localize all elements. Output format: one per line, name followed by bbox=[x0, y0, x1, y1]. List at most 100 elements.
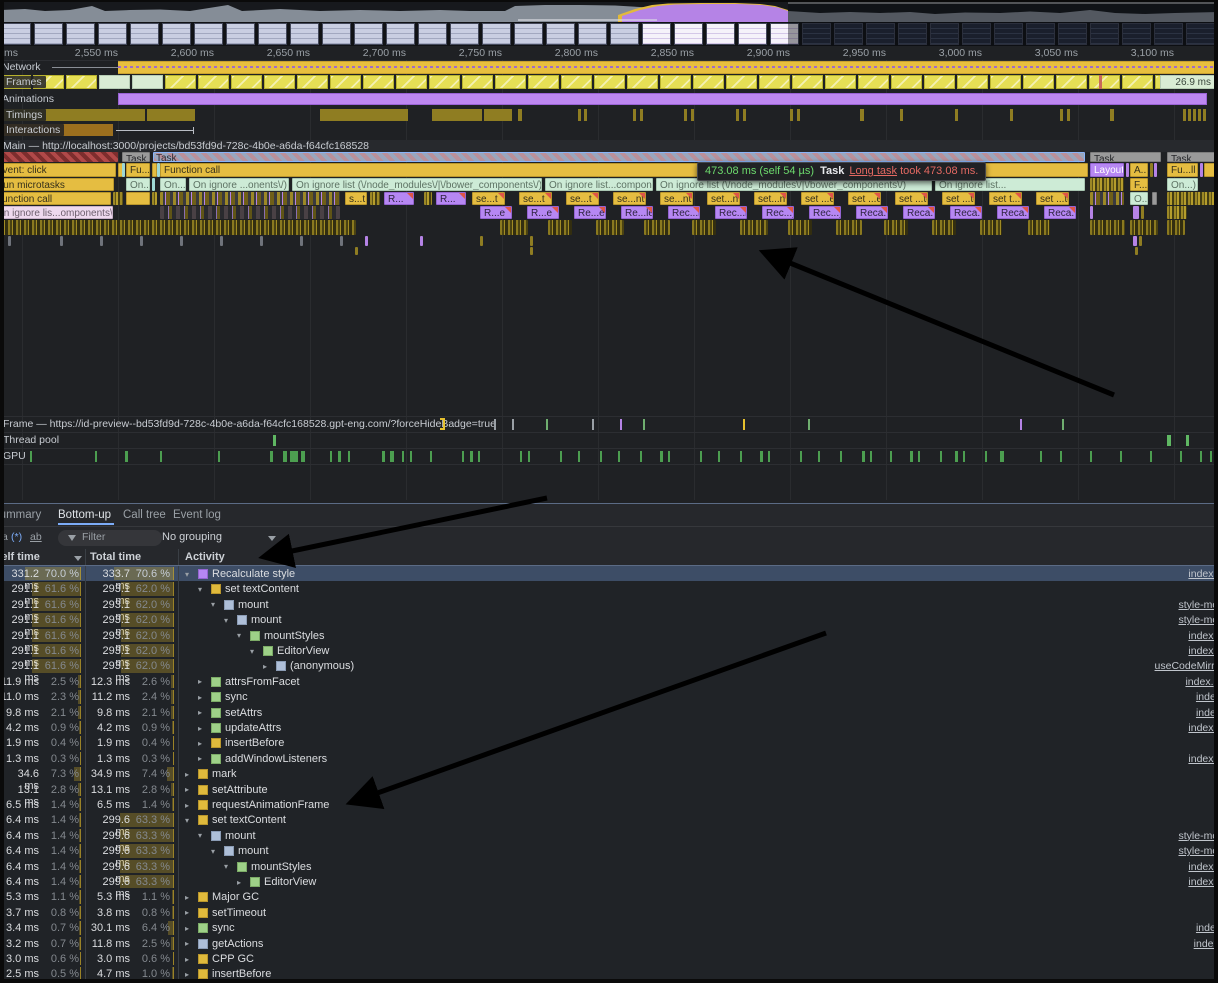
activity-label[interactable]: sync bbox=[212, 922, 235, 934]
flame-segment[interactable] bbox=[1154, 163, 1157, 177]
frame-event-mark[interactable] bbox=[494, 419, 496, 430]
flame-segment[interactable] bbox=[1167, 192, 1214, 205]
table-row[interactable]: 6.4 ms1.4 %299.6 ms63.3 %▸EditorViewinde… bbox=[4, 874, 1214, 889]
flame-segment[interactable] bbox=[1135, 247, 1138, 255]
source-link[interactable]: index.js bbox=[1188, 876, 1214, 888]
flame-segment[interactable]: Rec...yle bbox=[809, 206, 841, 219]
collapse-arrow-icon[interactable]: ▾ bbox=[224, 862, 228, 871]
flame-segment[interactable] bbox=[260, 236, 263, 246]
flame-segment[interactable]: On...) bbox=[1167, 178, 1198, 191]
gpu-activity-mark[interactable] bbox=[818, 451, 820, 462]
flame-segment[interactable] bbox=[126, 192, 150, 205]
activity-label[interactable]: EditorView bbox=[277, 645, 329, 657]
gpu-activity-mark[interactable] bbox=[283, 451, 287, 462]
flame-segment[interactable] bbox=[1126, 163, 1129, 177]
flame-segment[interactable]: se...t bbox=[519, 192, 552, 205]
table-row[interactable]: 6.4 ms1.4 %299.6 ms63.3 %▾mountstyle-mod bbox=[4, 828, 1214, 843]
table-row[interactable]: 9.8 ms2.1 %9.8 ms2.1 %▸setAttrsindex. bbox=[4, 705, 1214, 720]
flame-segment[interactable] bbox=[365, 236, 368, 246]
table-row[interactable]: 2.5 ms0.5 %4.7 ms1.0 %▸insertBefore bbox=[4, 966, 1214, 979]
activity-label[interactable]: Major GC bbox=[212, 891, 259, 903]
flame-segment[interactable]: R... bbox=[436, 192, 466, 205]
flame-segment[interactable]: se...nt bbox=[660, 192, 693, 205]
activity-label[interactable]: addWindowListeners bbox=[225, 753, 327, 765]
expand-arrow-icon[interactable]: ▸ bbox=[185, 970, 189, 979]
expand-arrow-icon[interactable]: ▸ bbox=[185, 924, 189, 933]
gpu-activity-mark[interactable] bbox=[760, 451, 763, 462]
tooltip-long-task-link[interactable]: Long task bbox=[849, 165, 897, 177]
flame-segment[interactable]: set...nt bbox=[707, 192, 740, 205]
gpu-activity-mark[interactable] bbox=[700, 451, 702, 462]
frame-event-mark[interactable] bbox=[743, 419, 745, 430]
gpu-activity-mark[interactable] bbox=[862, 451, 865, 462]
source-link[interactable]: index.js bbox=[1188, 568, 1214, 580]
gpu-activity-mark[interactable] bbox=[301, 451, 305, 462]
expand-arrow-icon[interactable]: ▸ bbox=[198, 754, 202, 763]
collapse-arrow-icon[interactable]: ▾ bbox=[198, 585, 202, 594]
collapse-arrow-icon[interactable]: ▾ bbox=[211, 600, 215, 609]
flame-segment[interactable]: Task bbox=[1167, 152, 1214, 162]
table-row[interactable]: 34.6 ms7.3 %34.9 ms7.4 %▸mark bbox=[4, 766, 1214, 781]
gpu-activity-mark[interactable] bbox=[578, 451, 580, 462]
activity-label[interactable]: set textContent bbox=[212, 814, 286, 826]
flame-segment[interactable]: set t...tent bbox=[989, 192, 1022, 205]
flame-segment[interactable] bbox=[740, 220, 768, 235]
gpu-activity-mark[interactable] bbox=[840, 451, 842, 462]
gpu-activity-mark[interactable] bbox=[1120, 451, 1122, 462]
expand-arrow-icon[interactable]: ▸ bbox=[185, 785, 189, 794]
gpu-activity-mark[interactable] bbox=[560, 451, 562, 462]
flame-segment[interactable] bbox=[1150, 163, 1153, 177]
gpu-activity-mark[interactable] bbox=[1000, 451, 1004, 462]
gpu-activity-mark[interactable] bbox=[160, 451, 162, 462]
flame-segment[interactable] bbox=[1090, 178, 1124, 191]
flame-segment[interactable]: set...nt bbox=[754, 192, 787, 205]
gpu-activity-mark[interactable] bbox=[600, 451, 602, 462]
flame-segment[interactable] bbox=[530, 236, 533, 246]
flame-segment[interactable]: Reca...yle bbox=[856, 206, 888, 219]
table-row[interactable]: 291.1 ms61.6 %293.1 ms62.0 %▾EditorViewi… bbox=[4, 643, 1214, 658]
flame-segment[interactable]: Reca...yle bbox=[997, 206, 1029, 219]
flame-segment[interactable] bbox=[1152, 192, 1157, 205]
flame-segment[interactable] bbox=[836, 220, 862, 235]
table-row[interactable]: 291.1 ms61.6 %293.1 ms62.0 %▾mountStyles… bbox=[4, 628, 1214, 643]
gpu-activity-mark[interactable] bbox=[985, 451, 987, 462]
gpu-activity-mark[interactable] bbox=[402, 451, 404, 462]
collapse-arrow-icon[interactable]: ▾ bbox=[237, 631, 241, 640]
activity-label[interactable]: insertBefore bbox=[212, 968, 271, 979]
table-row[interactable]: 1.9 ms0.4 %1.9 ms0.4 %▸insertBefore bbox=[4, 735, 1214, 750]
collapse-arrow-icon[interactable]: ▾ bbox=[224, 616, 228, 625]
gpu-activity-mark[interactable] bbox=[330, 451, 332, 462]
gpu-activity-mark[interactable] bbox=[940, 451, 942, 462]
activity-label[interactable]: (anonymous) bbox=[290, 660, 354, 672]
flame-segment[interactable]: Run microtasks bbox=[4, 178, 114, 191]
collapse-arrow-icon[interactable]: ▾ bbox=[250, 647, 254, 656]
table-row[interactable]: 291.1 ms61.6 %293.1 ms62.0 %▾mountstyle-… bbox=[4, 612, 1214, 627]
gpu-activity-mark[interactable] bbox=[478, 451, 480, 462]
flame-segment[interactable]: Function call bbox=[4, 192, 111, 205]
gpu-activity-mark[interactable] bbox=[30, 451, 32, 462]
flame-segment[interactable] bbox=[160, 206, 340, 219]
expand-arrow-icon[interactable]: ▸ bbox=[198, 739, 202, 748]
flame-segment[interactable] bbox=[180, 236, 183, 246]
expand-arrow-icon[interactable]: ▸ bbox=[185, 955, 189, 964]
activity-label[interactable]: mark bbox=[212, 768, 236, 780]
gpu-activity-mark[interactable] bbox=[910, 451, 913, 462]
flame-segment[interactable]: Reca...yle bbox=[1044, 206, 1076, 219]
expand-arrow-icon[interactable]: ▸ bbox=[198, 724, 202, 733]
flame-segment[interactable] bbox=[160, 192, 340, 205]
flame-segment[interactable]: Rec...le bbox=[715, 206, 747, 219]
gpu-activity-mark[interactable] bbox=[1150, 451, 1152, 462]
flame-segment[interactable]: On...) bbox=[126, 178, 150, 191]
flame-segment[interactable] bbox=[8, 236, 11, 246]
flame-segment[interactable] bbox=[530, 247, 533, 255]
flame-segment[interactable]: se...t bbox=[472, 192, 505, 205]
flame-segment[interactable] bbox=[1133, 236, 1137, 246]
source-link[interactable]: index.js bbox=[1188, 630, 1214, 642]
table-row[interactable]: 291.1 ms61.6 %293.1 ms62.0 %▾set textCon… bbox=[4, 581, 1214, 596]
flame-segment[interactable]: set ...ent bbox=[848, 192, 881, 205]
table-row[interactable]: 6.4 ms1.4 %299.6 ms63.3 %▾mountstyle-mod bbox=[4, 843, 1214, 858]
gpu-activity-mark[interactable] bbox=[1090, 451, 1092, 462]
gpu-activity-mark[interactable] bbox=[462, 451, 464, 462]
flame-segment[interactable] bbox=[692, 220, 716, 235]
activity-label[interactable]: mount bbox=[251, 614, 282, 626]
